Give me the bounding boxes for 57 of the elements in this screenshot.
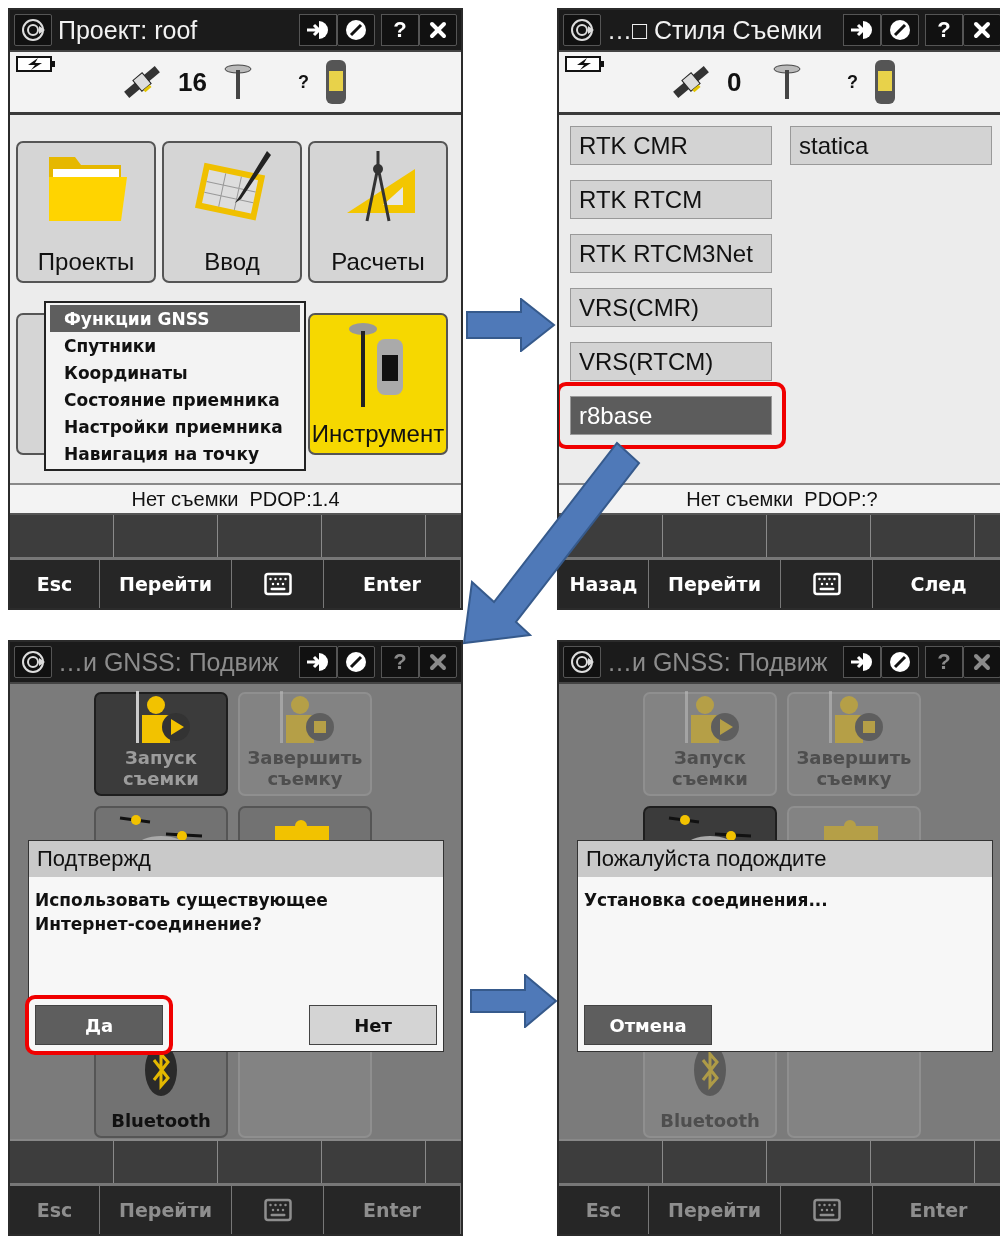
menu-item[interactable]: Спутники [50,332,300,359]
menu-item[interactable]: Состояние приемника [50,386,300,413]
window-title: Проект: roof [58,15,199,45]
help-button[interactable]: ? [381,14,419,46]
close-button[interactable] [963,14,1000,46]
login-icon[interactable] [843,14,881,46]
window-title: …□ Стиля Съемки [607,15,824,45]
menu-tile[interactable]: Расчеты [308,141,448,283]
menu-item[interactable]: Настройки приемника [50,413,300,440]
login-icon[interactable] [843,646,881,678]
window-title: …и GNSS: Подвиж [58,647,280,677]
satellite-count: 0 [727,66,743,98]
style-button[interactable]: RTK RTCM [570,180,772,219]
antenna-icon [224,64,252,100]
dialog-button[interactable]: Да [35,1005,163,1045]
menu-item[interactable]: Координаты [50,359,300,386]
menu-item[interactable]: Функции GNSS [50,305,300,332]
receiver-status: ? [298,71,309,93]
style-button[interactable]: RTK CMR [570,126,772,165]
dialog-title: Пожалуйста подождите [578,841,992,877]
style-button[interactable]: r8base [570,396,772,435]
battery-icon [16,56,56,72]
menu-tile[interactable]: Запуск съемки [94,692,228,796]
help-button[interactable]: ? [925,646,963,678]
login-icon[interactable] [299,646,337,678]
battery-icon [565,56,605,72]
menu-tile[interactable]: Ввод [162,141,302,283]
dialog-button[interactable]: Отмена [584,1005,712,1045]
logo-icon[interactable] [563,14,601,46]
antenna-icon [773,64,801,100]
menu-item[interactable]: Навигация на точку [50,440,300,467]
style-button[interactable]: VRS(CMR) [570,288,772,327]
style-button[interactable]: RTK RTCM3Net [570,234,772,273]
logo-icon[interactable] [563,646,601,678]
help-button[interactable]: ? [925,14,963,46]
controller-icon [874,59,896,105]
dialog-message: Установка соединения... [583,889,829,912]
no-entry-icon[interactable] [337,14,375,46]
menu-tile[interactable]: Проекты [16,141,156,283]
no-entry-icon[interactable] [881,646,919,678]
receiver-status: ? [847,71,858,93]
help-button[interactable]: ? [381,646,419,678]
menu-tile[interactable]: Инструмент [308,313,448,455]
close-button[interactable] [419,14,457,46]
window-title: …и GNSS: Подвиж [607,647,829,677]
no-entry-icon[interactable] [337,646,375,678]
style-button[interactable]: statica [790,126,992,165]
logo-icon[interactable] [14,14,52,46]
dialog-button[interactable]: Нет [309,1005,437,1045]
dialog-title: Подтвержд [29,841,443,877]
dialog-message: Использовать существующее Интернет-соединение? [34,889,329,936]
no-entry-icon[interactable] [881,14,919,46]
login-icon[interactable] [299,14,337,46]
satellite-count: 16 [178,66,208,98]
style-button[interactable]: VRS(RTCM) [570,342,772,381]
controller-icon [325,59,347,105]
logo-icon[interactable] [14,646,52,678]
